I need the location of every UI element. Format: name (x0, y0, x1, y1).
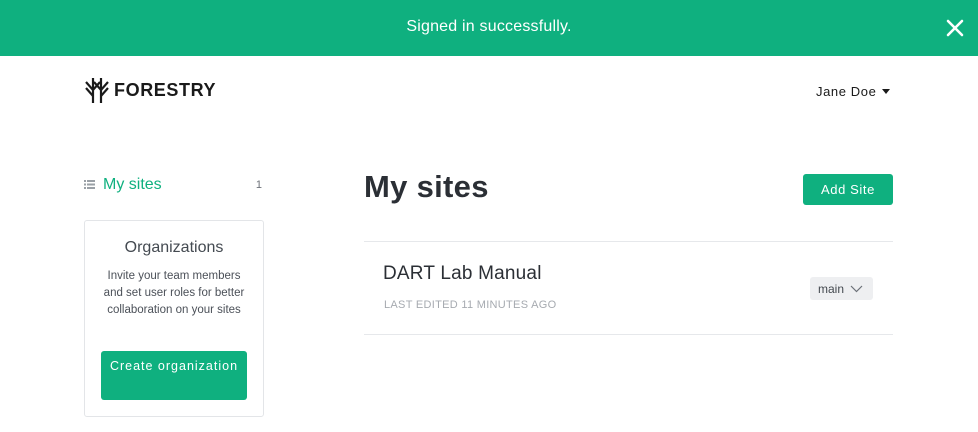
organizations-card: Organizations Invite your team members a… (84, 220, 264, 417)
caret-down-icon (882, 88, 891, 94)
notification-banner: Signed in successfully. (0, 0, 978, 56)
add-site-button[interactable]: Add Site (803, 174, 893, 205)
branch-name: main (818, 281, 845, 296)
user-menu[interactable]: Jane Doe (816, 83, 891, 99)
close-icon[interactable] (944, 17, 966, 39)
sidebar-item-label: My sites (103, 176, 162, 193)
create-organization-button[interactable]: Create organization (101, 351, 247, 400)
branch-select[interactable]: main (810, 277, 873, 300)
page-title: My sites (364, 169, 489, 204)
list-icon (84, 176, 103, 194)
forestry-logo[interactable]: FORESTRY (84, 76, 216, 104)
notification-message: Signed in successfully. (406, 18, 572, 35)
site-list-item[interactable]: DART Lab Manual LAST EDITED 11 MINUTES A… (364, 241, 893, 335)
logo-text: FORESTRY (114, 79, 217, 100)
forestry-tree-icon (84, 76, 110, 104)
chevron-down-icon (844, 282, 863, 296)
site-last-edited: LAST EDITED 11 MINUTES AGO (384, 299, 557, 311)
site-name[interactable]: DART Lab Manual (383, 263, 542, 285)
sidebar-item-my-sites[interactable]: My sites 1 (84, 176, 264, 194)
user-name: Jane Doe (816, 83, 877, 99)
organizations-title: Organizations (124, 239, 224, 256)
sites-count: 1 (255, 179, 262, 191)
organizations-description: Invite your team members and set user ro… (103, 270, 245, 316)
